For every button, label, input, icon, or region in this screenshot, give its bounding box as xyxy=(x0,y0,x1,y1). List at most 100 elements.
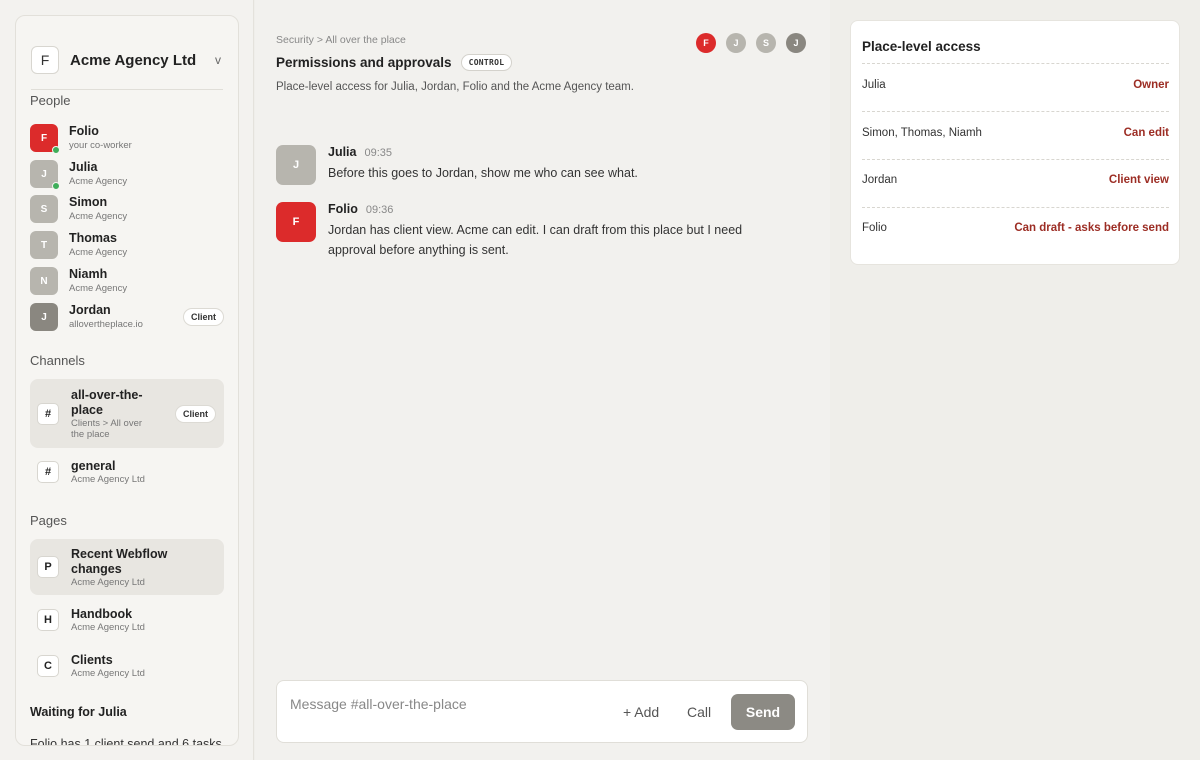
workspace-name: Acme Agency Ltd xyxy=(70,51,197,69)
avatar: T xyxy=(30,231,58,259)
channel-subtitle-line1: Clients > All over xyxy=(71,417,143,429)
channel-all-over-the-place[interactable]: # all-over-the- place Clients > All over… xyxy=(30,379,224,448)
page-glyph-icon: C xyxy=(37,655,59,677)
presence-avatar[interactable]: J xyxy=(726,33,746,53)
online-status-icon xyxy=(52,146,60,154)
divider xyxy=(862,159,1169,160)
waiting-title: Waiting for Julia xyxy=(30,705,127,719)
message-text-line1: Jordan has client view. Acme can edit. I… xyxy=(328,223,743,237)
access-row: Julia Owner xyxy=(862,79,1169,91)
pages-section-label: Pages xyxy=(30,513,67,528)
page-title-line2: changes xyxy=(71,561,122,576)
access-role[interactable]: Can draft - asks before send xyxy=(1014,222,1169,234)
access-role[interactable]: Client view xyxy=(1109,174,1169,186)
avatar-initial: T xyxy=(40,239,48,251)
divider xyxy=(862,63,1169,64)
message-item: F Folio 09:36 Jordan has client view. Ac… xyxy=(276,202,742,260)
avatar: J xyxy=(30,303,58,331)
people-section-label: People xyxy=(30,93,71,108)
sidebar-person-thomas[interactable]: T Thomas Acme Agency xyxy=(30,229,224,261)
channels-section-label: Channels xyxy=(30,353,85,368)
person-subtitle: allovertheplace.io xyxy=(69,319,143,330)
page-clients[interactable]: C Clients Acme Agency Ltd xyxy=(30,648,224,684)
place-level-access-card: Place-level access Julia Owner Simon, Th… xyxy=(850,20,1180,265)
access-who: Folio xyxy=(862,222,887,234)
page-title: Clients xyxy=(71,653,113,667)
page-title: Handbook xyxy=(71,607,133,621)
page-subtitle: Acme Agency Ltd xyxy=(71,622,145,633)
add-button[interactable]: + Add xyxy=(623,704,659,720)
access-row: Folio Can draft - asks before send xyxy=(862,222,1169,234)
message-time: 09:36 xyxy=(365,204,394,216)
main-panel: Security > All over the place Permission… xyxy=(255,0,830,760)
page-description: Place-level access for Julia, Jordan, Fo… xyxy=(276,81,634,93)
page-subtitle: Acme Agency Ltd xyxy=(71,668,145,679)
send-button[interactable]: Send xyxy=(731,694,795,730)
page-title: Permissions and approvals xyxy=(276,55,452,70)
avatar-initial: J xyxy=(41,311,47,323)
breadcrumb[interactable]: Security > All over the place xyxy=(276,34,406,46)
page-title-line1: Recent Webflow xyxy=(71,546,168,561)
divider xyxy=(862,111,1169,112)
client-badge: Client xyxy=(182,308,224,326)
workspace-logo: F xyxy=(31,46,59,74)
control-tag: CONTROL xyxy=(460,54,513,71)
person-subtitle: Acme Agency xyxy=(69,211,128,222)
presence-avatar[interactable]: J xyxy=(786,33,806,53)
title-row: Permissions and approvals CONTROL xyxy=(276,54,513,71)
avatar: N xyxy=(30,267,58,295)
call-button[interactable]: Call xyxy=(687,704,711,720)
hash-icon: # xyxy=(37,402,59,425)
avatar: F xyxy=(30,124,60,154)
person-name: Julia xyxy=(69,160,98,174)
page-recent-webflow-changes[interactable]: P Recent Webflow changes Acme Agency Ltd xyxy=(30,539,224,595)
access-row: Jordan Client view xyxy=(862,174,1169,186)
message-author[interactable]: Julia xyxy=(328,145,357,159)
person-subtitle: Acme Agency xyxy=(69,176,128,187)
access-role[interactable]: Owner xyxy=(1133,79,1169,91)
avatar: S xyxy=(30,195,58,223)
message-time: 09:35 xyxy=(364,147,393,159)
presence-avatar[interactable]: F xyxy=(696,33,716,53)
page-handbook[interactable]: H Handbook Acme Agency Ltd xyxy=(30,602,224,638)
channel-general[interactable]: # general Acme Agency Ltd xyxy=(30,454,224,490)
avatar-initial: J xyxy=(41,168,47,180)
presence-avatar[interactable]: S xyxy=(756,33,776,53)
message-input[interactable] xyxy=(290,693,590,715)
channel-title-line2: place xyxy=(71,402,103,417)
sidebar-person-julia[interactable]: J Julia Acme Agency xyxy=(30,158,224,190)
sidebar: F Acme Agency Ltd v People F Folio your … xyxy=(15,15,239,746)
access-title: Place-level access xyxy=(862,39,981,54)
avatar-initial: F xyxy=(40,132,48,144)
avatar-initial: S xyxy=(40,203,48,215)
access-who: Simon, Thomas, Niamh xyxy=(862,127,982,139)
person-name: Folio xyxy=(69,124,99,138)
channel-title: general xyxy=(71,459,116,473)
person-name: Jordan xyxy=(69,303,111,317)
sidebar-person-folio[interactable]: F Folio your co-worker xyxy=(30,122,224,154)
person-subtitle: your co-worker xyxy=(69,140,132,151)
page-glyph-icon: P xyxy=(37,556,59,578)
avatar: J xyxy=(30,160,60,190)
person-name: Thomas xyxy=(69,231,117,245)
message-item: J Julia 09:35 Before this goes to Jordan… xyxy=(276,145,638,185)
avatar[interactable]: F xyxy=(276,202,316,242)
message-author[interactable]: Folio xyxy=(328,202,358,216)
avatar-initial: N xyxy=(40,275,48,287)
workspace-switcher[interactable]: F Acme Agency Ltd v xyxy=(31,31,223,90)
waiting-text: Folio has 1 client send and 6 tasks held… xyxy=(30,737,222,746)
sidebar-person-niamh[interactable]: N Niamh Acme Agency xyxy=(30,265,224,297)
channel-title-line1: all-over-the- xyxy=(71,387,143,402)
access-role[interactable]: Can edit xyxy=(1124,127,1169,139)
sidebar-person-jordan[interactable]: J Jordan allovertheplace.io Client xyxy=(30,301,224,333)
online-status-icon xyxy=(52,182,60,190)
channel-subtitle: Acme Agency Ltd xyxy=(71,474,145,485)
chevron-down-icon[interactable]: v xyxy=(215,53,221,67)
avatar[interactable]: J xyxy=(276,145,316,185)
access-who: Julia xyxy=(862,79,886,91)
person-subtitle: Acme Agency xyxy=(69,247,128,258)
access-who: Jordan xyxy=(862,174,898,186)
sidebar-person-simon[interactable]: S Simon Acme Agency xyxy=(30,193,224,225)
message-text: Before this goes to Jordan, show me who … xyxy=(328,166,638,180)
hash-icon: # xyxy=(37,461,59,483)
